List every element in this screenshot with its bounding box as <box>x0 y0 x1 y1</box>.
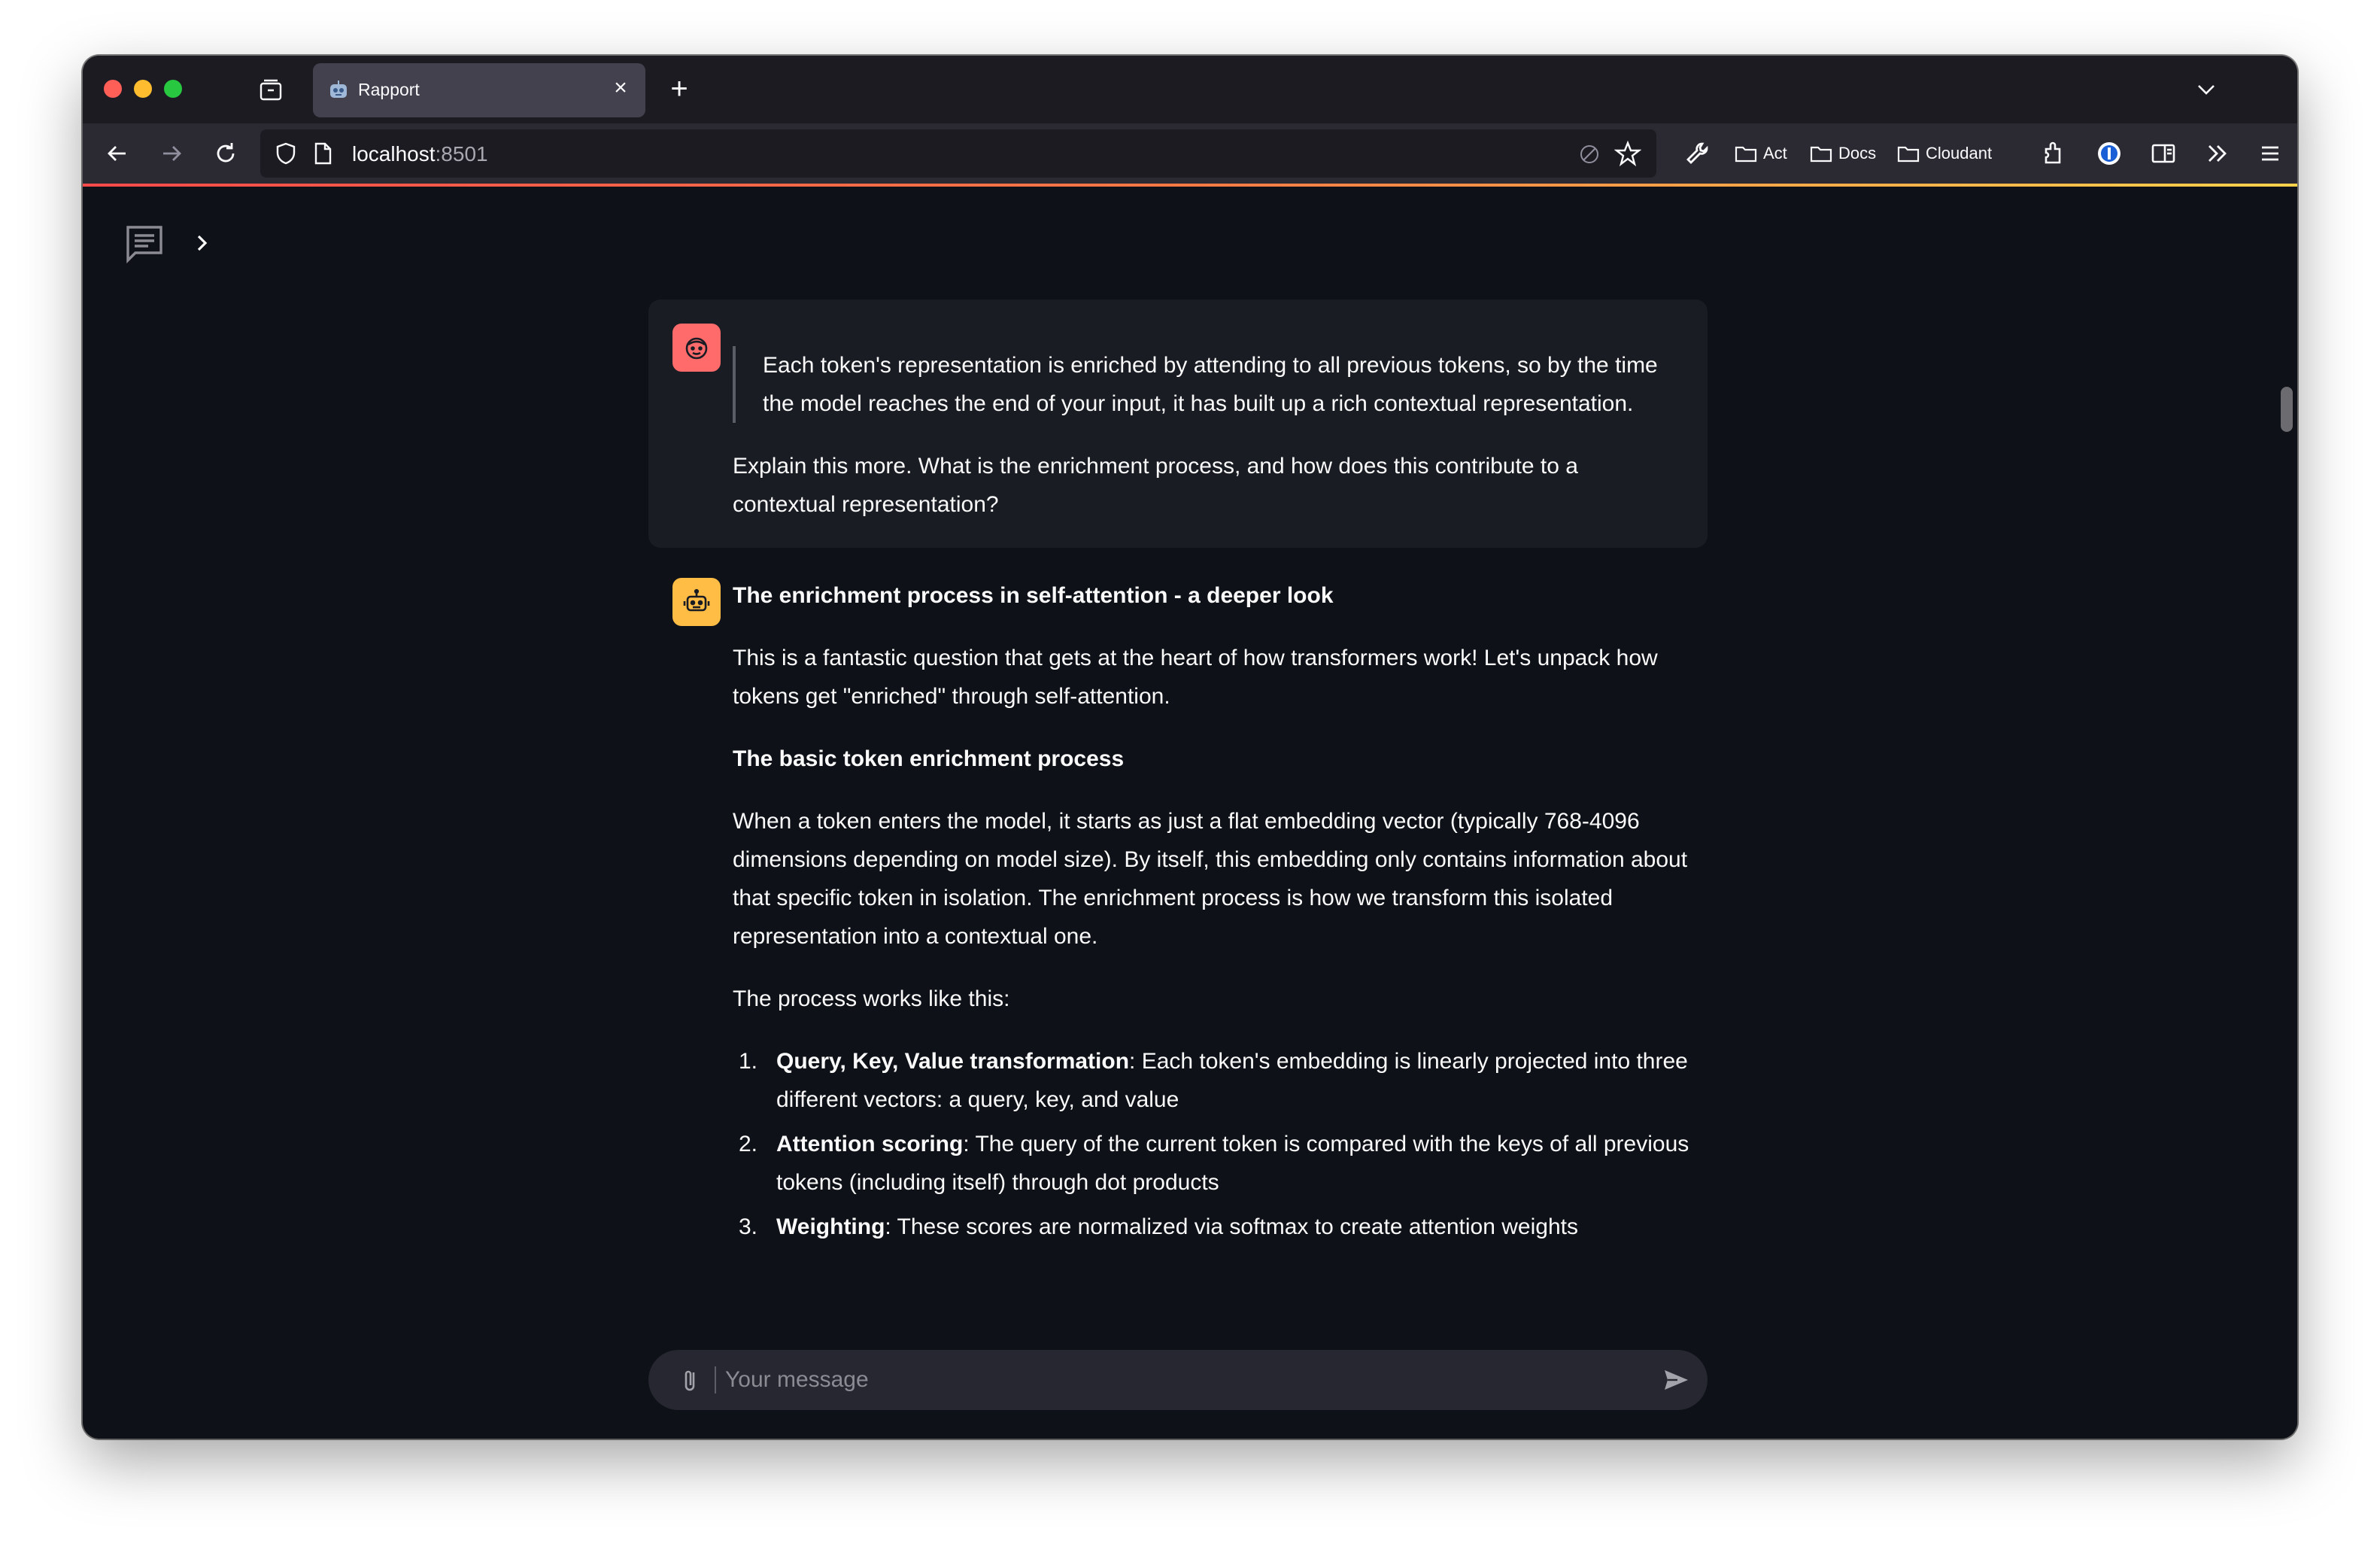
smiley-face-icon <box>685 337 708 360</box>
extensions-icon[interactable] <box>2038 138 2069 169</box>
browser-window: Rapport × + localhost:8501 Act Docs Clou… <box>83 56 2297 1439</box>
forward-icon[interactable] <box>156 138 187 169</box>
send-icon[interactable] <box>1661 1365 1691 1395</box>
folder-icon <box>1735 146 1757 163</box>
user-avatar <box>672 324 721 372</box>
chat-history-icon[interactable] <box>122 221 167 266</box>
wrench-icon[interactable] <box>1682 138 1712 169</box>
back-icon[interactable] <box>102 138 132 169</box>
user-message: Each token's representation is enriched … <box>648 299 1708 548</box>
steps-list: 1. Query, Key, Value transformation: Each… <box>733 1042 1703 1246</box>
list-item: 1. Query, Key, Value transformation: Each… <box>739 1049 1688 1112</box>
tab-rapport[interactable]: Rapport × <box>313 63 645 117</box>
assistant-message-body: The enrichment process in self-attention… <box>733 576 1703 1252</box>
assistant-paragraph: When a token enters the model, it starts… <box>733 809 1688 949</box>
list-intro: The process works like this: <box>733 986 1010 1011</box>
reload-icon[interactable] <box>211 138 241 169</box>
message-input[interactable] <box>725 1357 1628 1403</box>
robot-icon <box>683 588 710 612</box>
list-item: 2. Attention scoring: The query of the cu… <box>739 1132 1689 1195</box>
robot-icon <box>326 78 351 102</box>
folder-icon <box>1810 146 1832 163</box>
new-tab-button[interactable]: + <box>662 72 697 107</box>
tab-strip: Rapport × + <box>83 56 2297 123</box>
page-info-icon[interactable] <box>311 141 334 166</box>
scrollbar[interactable] <box>2276 269 2297 1439</box>
scrollbar-thumb[interactable] <box>2281 387 2293 432</box>
chat-container: Each token's representation is enriched … <box>648 187 1708 1308</box>
url-text[interactable]: localhost:8501 <box>352 142 488 166</box>
chat-input-bar <box>648 1350 1708 1410</box>
permissions-blocked-icon[interactable] <box>1578 143 1601 166</box>
folder-icon <box>1897 146 1920 163</box>
app-main: Each token's representation is enriched … <box>83 187 2297 1439</box>
paperclip-icon[interactable] <box>675 1365 706 1395</box>
url-bar[interactable]: localhost:8501 <box>260 129 1656 178</box>
minimize-window-button[interactable] <box>134 80 152 98</box>
more-tools-chevron-icon[interactable] <box>2202 138 2233 169</box>
user-question-text: Explain this more. What is the enrichmen… <box>733 454 1578 517</box>
tab-close-icon[interactable]: × <box>609 77 632 99</box>
bookmark-docs[interactable]: Docs <box>1810 140 1876 167</box>
zoom-window-button[interactable] <box>164 80 182 98</box>
list-all-tabs-icon[interactable] <box>2193 77 2219 102</box>
tab-overview-icon[interactable] <box>257 77 284 104</box>
list-item: 3. Weighting: These scores are normalized… <box>739 1214 1578 1239</box>
tab-title: Rapport <box>358 80 420 99</box>
sidebar-toggle-icon[interactable] <box>2148 138 2178 169</box>
tracking-protection-shield-icon[interactable] <box>274 141 298 166</box>
section-heading: The basic token enrichment process <box>733 746 1125 771</box>
bookmark-cloudant[interactable]: Cloudant <box>1897 140 1992 167</box>
bookmark-act[interactable]: Act <box>1735 140 1787 167</box>
assistant-intro: This is a fantastic question that gets a… <box>733 646 1658 709</box>
assistant-avatar <box>672 578 721 626</box>
bookmark-star-icon[interactable] <box>1613 140 1642 167</box>
navigation-toolbar: localhost:8501 Act Docs Cloudant <box>83 123 2297 184</box>
assistant-title: The enrichment process in self-attention… <box>733 583 1334 608</box>
quoted-text: Each token's representation is enriched … <box>733 346 1671 423</box>
close-window-button[interactable] <box>104 80 122 98</box>
password-manager-icon[interactable] <box>2094 138 2124 169</box>
expand-sidebar-chevron-icon[interactable] <box>191 232 214 254</box>
app-menu-icon[interactable] <box>2255 138 2285 169</box>
input-divider <box>715 1366 716 1393</box>
